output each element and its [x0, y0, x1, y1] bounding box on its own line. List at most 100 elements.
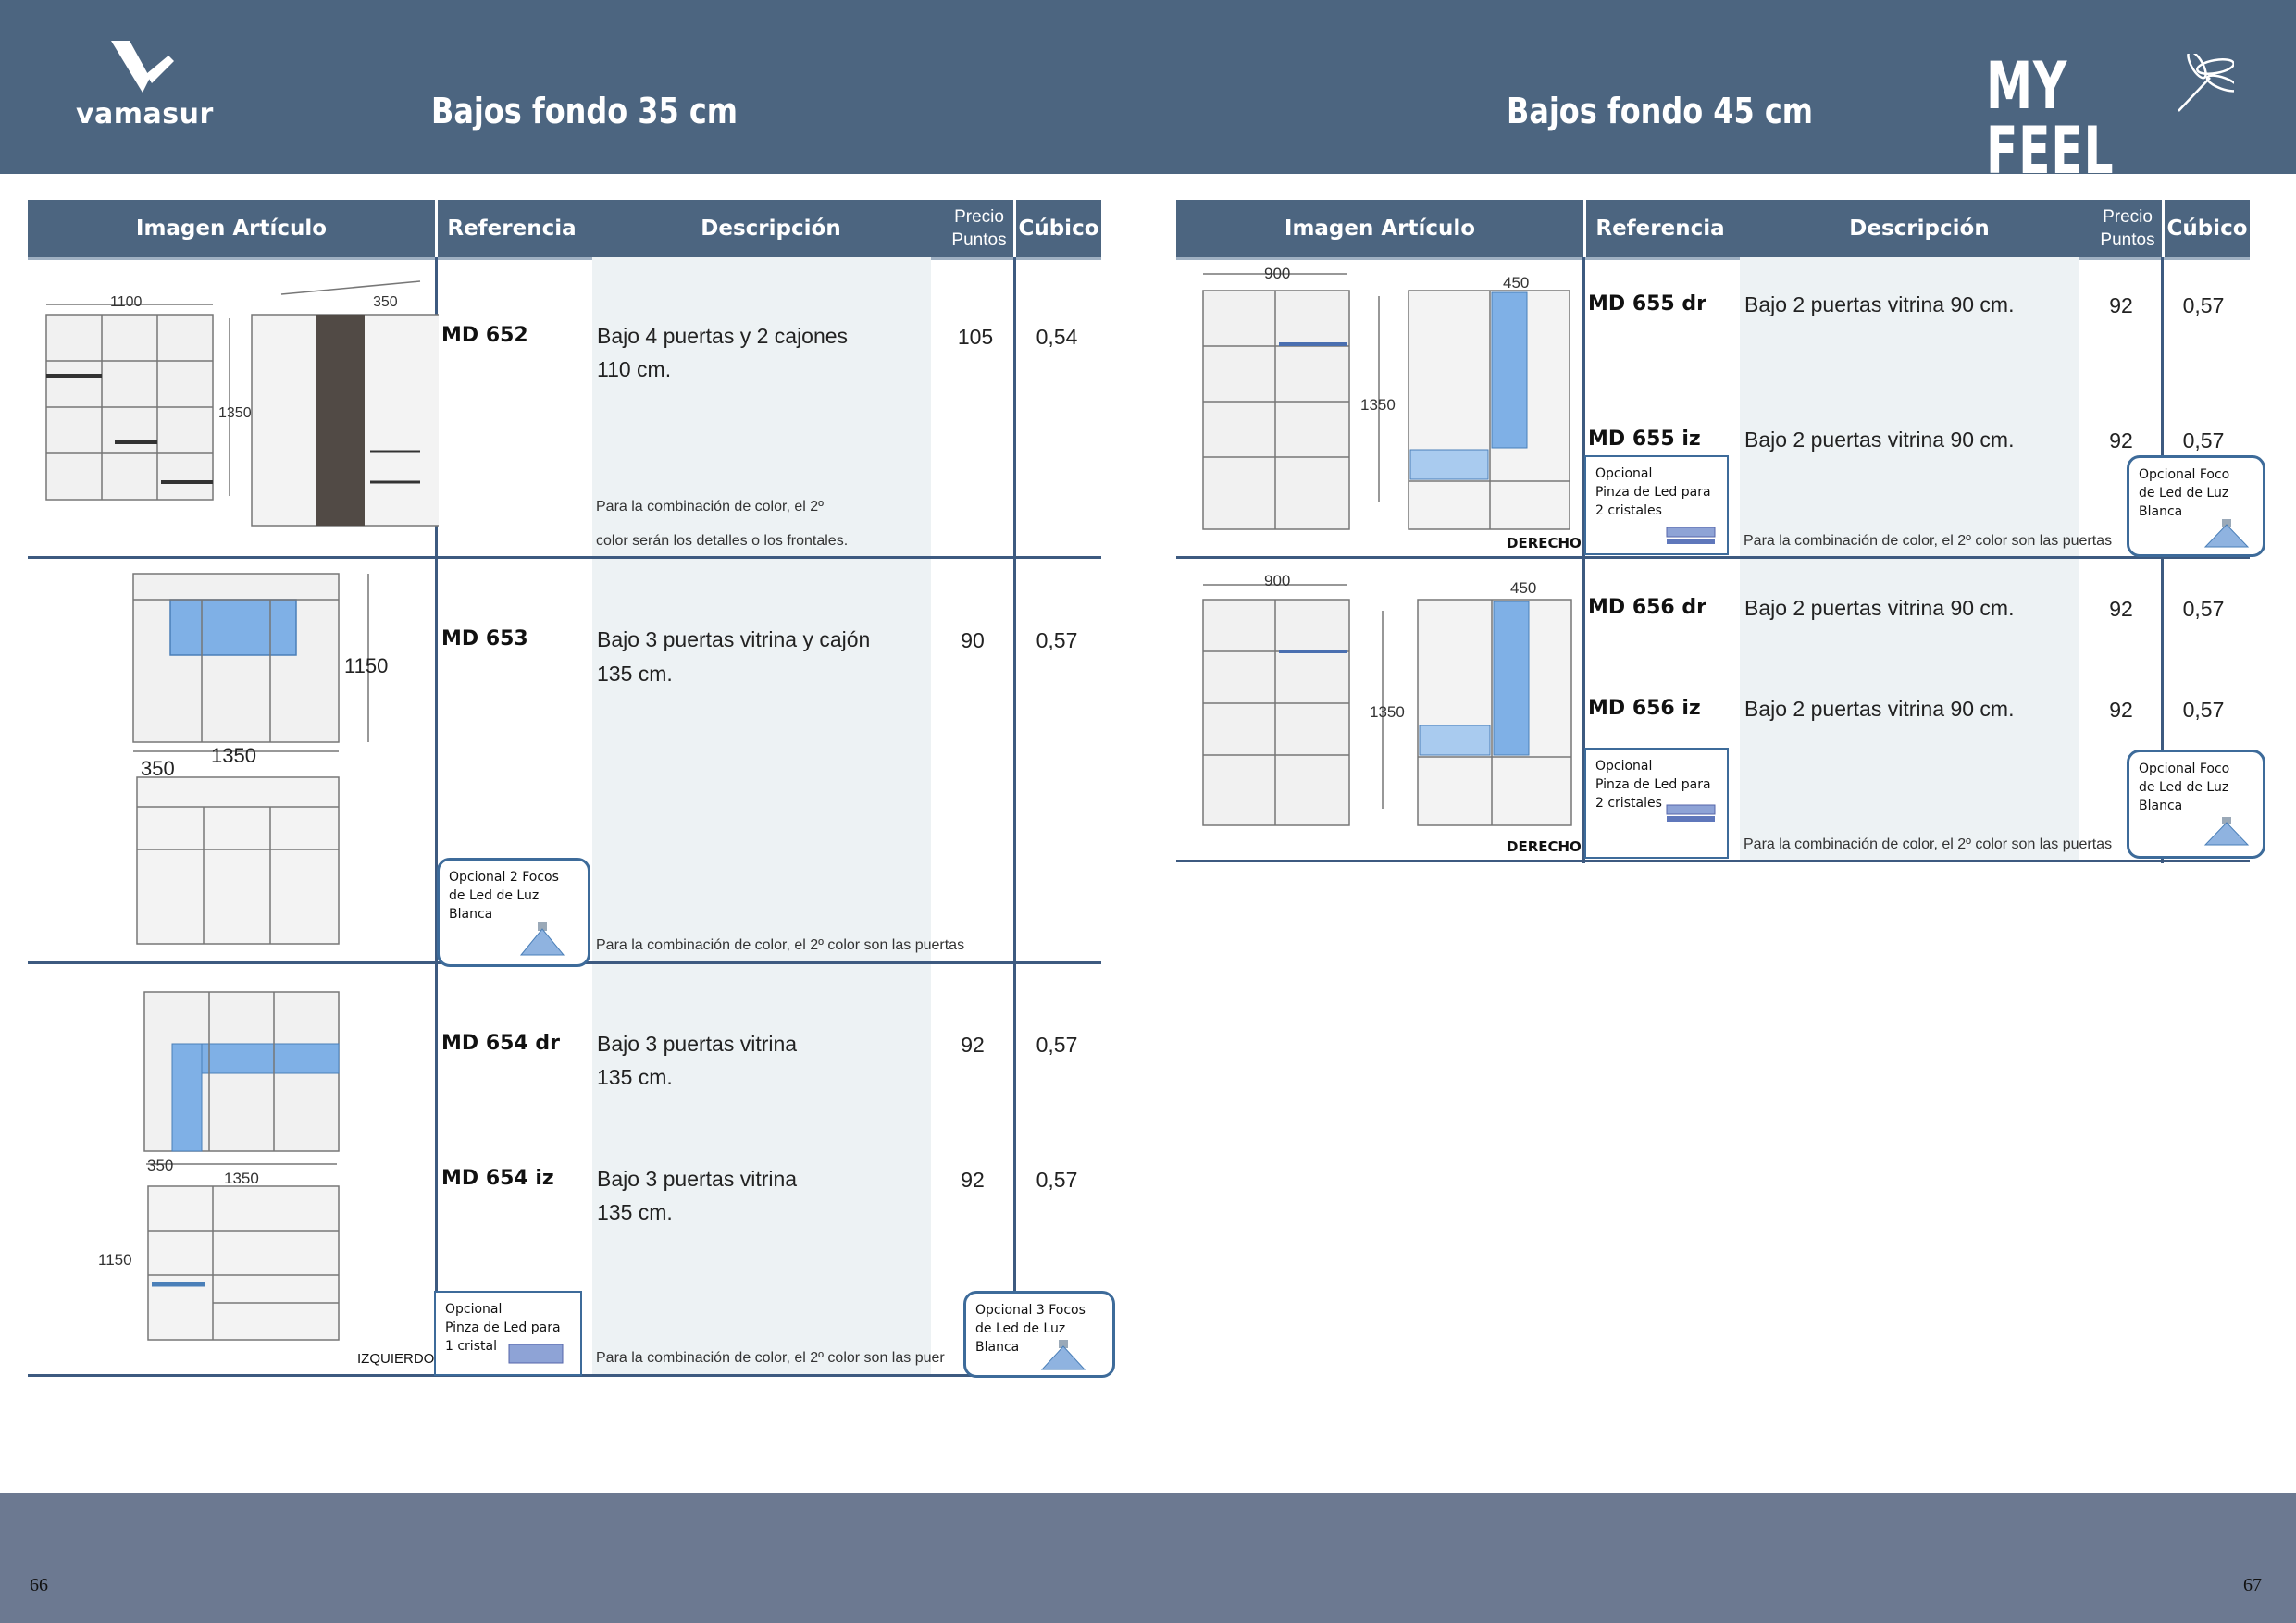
col-reference: Referencia	[1595, 217, 1725, 241]
cubic-md654-dr: 0,57	[1036, 1033, 1078, 1057]
reference-md655-dr: MD 655 dr	[1588, 292, 1706, 316]
cubic-md656-dr: 0,57	[2182, 597, 2225, 621]
option-text-2: de Led de Luz	[449, 888, 540, 903]
option-text-3: Blanca	[2139, 504, 2183, 519]
option-text-1: Opcional	[445, 1302, 503, 1317]
option-text-3: Blanca	[2139, 799, 2183, 813]
option-led-focus-md653: Opcional 2 Focos de Led de Luz Blanca	[437, 858, 590, 967]
option-led-focus-md655: Opcional Foco de Led de Luz Blanca	[2127, 455, 2265, 557]
description-md653-line1: Bajo 3 puertas vitrina y cajón	[597, 627, 871, 651]
description-md655-iz: Bajo 2 puertas vitrina 90 cm.	[1744, 427, 2015, 452]
option-text-1: Opcional	[1595, 466, 1653, 481]
option-text-3: Blanca	[449, 907, 493, 922]
vamasur-mark-icon	[111, 41, 174, 93]
cubic-md652: 0,54	[1036, 325, 1078, 349]
option-text-1: Opcional 3 Focos	[975, 1303, 1086, 1318]
option-text-2: Pinza de Led para	[1595, 777, 1711, 792]
col-price-line1: Precio	[2103, 207, 2153, 227]
md653-depth-label: 350	[141, 757, 175, 780]
col-price-line2: Puntos	[951, 230, 1007, 250]
md654-depth-label: 350	[147, 1157, 174, 1174]
description-md656-dr: Bajo 2 puertas vitrina 90 cm.	[1744, 596, 2015, 620]
col-cubic: Cúbico	[1018, 217, 1099, 241]
cubic-md654-iz: 0,57	[1036, 1168, 1078, 1192]
page-header	[0, 0, 2296, 174]
tag-derecho-md655: DERECHO	[1507, 535, 1582, 551]
description-md653-line2: 135 cm.	[597, 662, 673, 686]
reference-md653: MD 653	[441, 627, 528, 650]
page-footer	[0, 1493, 2296, 1623]
cubic-md653: 0,57	[1036, 628, 1078, 652]
md653-height-label: 1150	[344, 654, 389, 677]
vamasur-wordmark: vamasur	[76, 98, 214, 130]
option-text-1: Opcional Foco	[2139, 762, 2230, 776]
option-text-1: Opcional	[1595, 759, 1653, 774]
col-price-line1: Precio	[954, 207, 1004, 227]
col-price: Precio Puntos	[935, 200, 1024, 257]
reference-md652: MD 652	[441, 324, 528, 347]
description-md652-line1: Bajo 4 puertas y 2 cajones	[597, 324, 849, 348]
option-led-clip-md654: Opcional Pinza de Led para 1 cristal	[434, 1291, 582, 1376]
description-md654-iz-line1: Bajo 3 puertas vitrina	[597, 1167, 798, 1191]
left-table-header: Imagen Artículo Referencia Descripción P…	[28, 200, 1101, 260]
md655-depth-label: 450	[1503, 274, 1530, 291]
option-text-2: de Led de Luz	[2139, 780, 2229, 795]
led-spotlight-icon	[2203, 817, 2250, 846]
note-md655: Para la combinación de color, el 2º colo…	[1744, 533, 2113, 549]
price-md655-iz: 92	[2109, 428, 2133, 452]
price-md652: 105	[957, 325, 994, 349]
option-led-clip-md655: Opcional Pinza de Led para 2 cristales	[1584, 455, 1729, 555]
md652-width-label: 1100	[110, 294, 143, 310]
note-md656: Para la combinación de color, el 2º colo…	[1744, 836, 2113, 852]
option-text-1: Opcional Foco	[2139, 467, 2230, 482]
price-md654-dr: 92	[961, 1033, 985, 1057]
note-md654: Para la combinación de color, el 2º colo…	[596, 1350, 945, 1366]
option-text-3: 2 cristales	[1595, 503, 1662, 518]
col-image: Imagen Artículo	[1284, 217, 1476, 241]
md655-width-label: 900	[1264, 265, 1291, 282]
note-md652-line1: Para la combinación de color, el 2º	[596, 499, 824, 514]
vamasur-logo: vamasur	[76, 41, 215, 133]
tag-derecho-md656: DERECHO	[1507, 838, 1582, 855]
md656-depth-label: 450	[1510, 579, 1537, 597]
col-description: Descripción	[701, 217, 841, 241]
option-text-2: Pinza de Led para	[445, 1320, 561, 1335]
col-description: Descripción	[1849, 217, 1990, 241]
md654-height-label: 1150	[98, 1251, 132, 1269]
note-md652-line2: color serán los detalles o los frontales…	[596, 533, 849, 549]
option-led-focus-md656: Opcional Foco de Led de Luz Blanca	[2127, 750, 2265, 859]
col-image: Imagen Artículo	[135, 217, 328, 241]
option-text-2: de Led de Luz	[975, 1321, 1066, 1336]
led-spotlight-icon	[519, 922, 565, 956]
page-number-right: 67	[2243, 1575, 2262, 1595]
price-md653: 90	[961, 628, 985, 652]
header-underline	[28, 257, 1101, 260]
reference-md654-iz: MD 654 iz	[441, 1167, 554, 1190]
dragonfly-icon	[2178, 54, 2234, 112]
description-md654-iz-line2: 135 cm.	[597, 1200, 673, 1224]
led-spotlight-icon	[2203, 519, 2250, 548]
row-separator	[1176, 556, 2250, 559]
price-md656-iz: 92	[2109, 698, 2133, 722]
description-md654-dr-line2: 135 cm.	[597, 1065, 673, 1089]
left-divider-cubic	[1013, 257, 1016, 1377]
tag-izquierdo: IZQUIERDO	[357, 1351, 435, 1367]
led-clip-icon	[1666, 804, 1716, 822]
description-md652-line2: 110 cm.	[597, 357, 672, 381]
section-title-left: Bajos fondo 35 cm	[431, 91, 738, 131]
reference-md655-iz: MD 655 iz	[1588, 427, 1701, 451]
option-text-1: Opcional 2 Focos	[449, 870, 559, 885]
option-led-focus-md654: Opcional 3 Focos de Led de Luz Blanca	[963, 1291, 1115, 1378]
cubic-md655-dr: 0,57	[2182, 293, 2225, 317]
col-reference: Referencia	[447, 217, 577, 241]
md655-height-label: 1350	[1360, 396, 1396, 414]
col-cubic: Cúbico	[2166, 217, 2248, 241]
row-separator	[28, 556, 1101, 559]
description-shade	[1740, 257, 2079, 861]
option-text-2: de Led de Luz	[2139, 486, 2229, 501]
md656-height-label: 1350	[1370, 703, 1405, 721]
reference-md656-iz: MD 656 iz	[1588, 697, 1701, 720]
description-md656-iz: Bajo 2 puertas vitrina 90 cm.	[1744, 697, 2015, 721]
header-underline	[1176, 257, 2250, 260]
led-clip-icon	[1666, 527, 1716, 544]
